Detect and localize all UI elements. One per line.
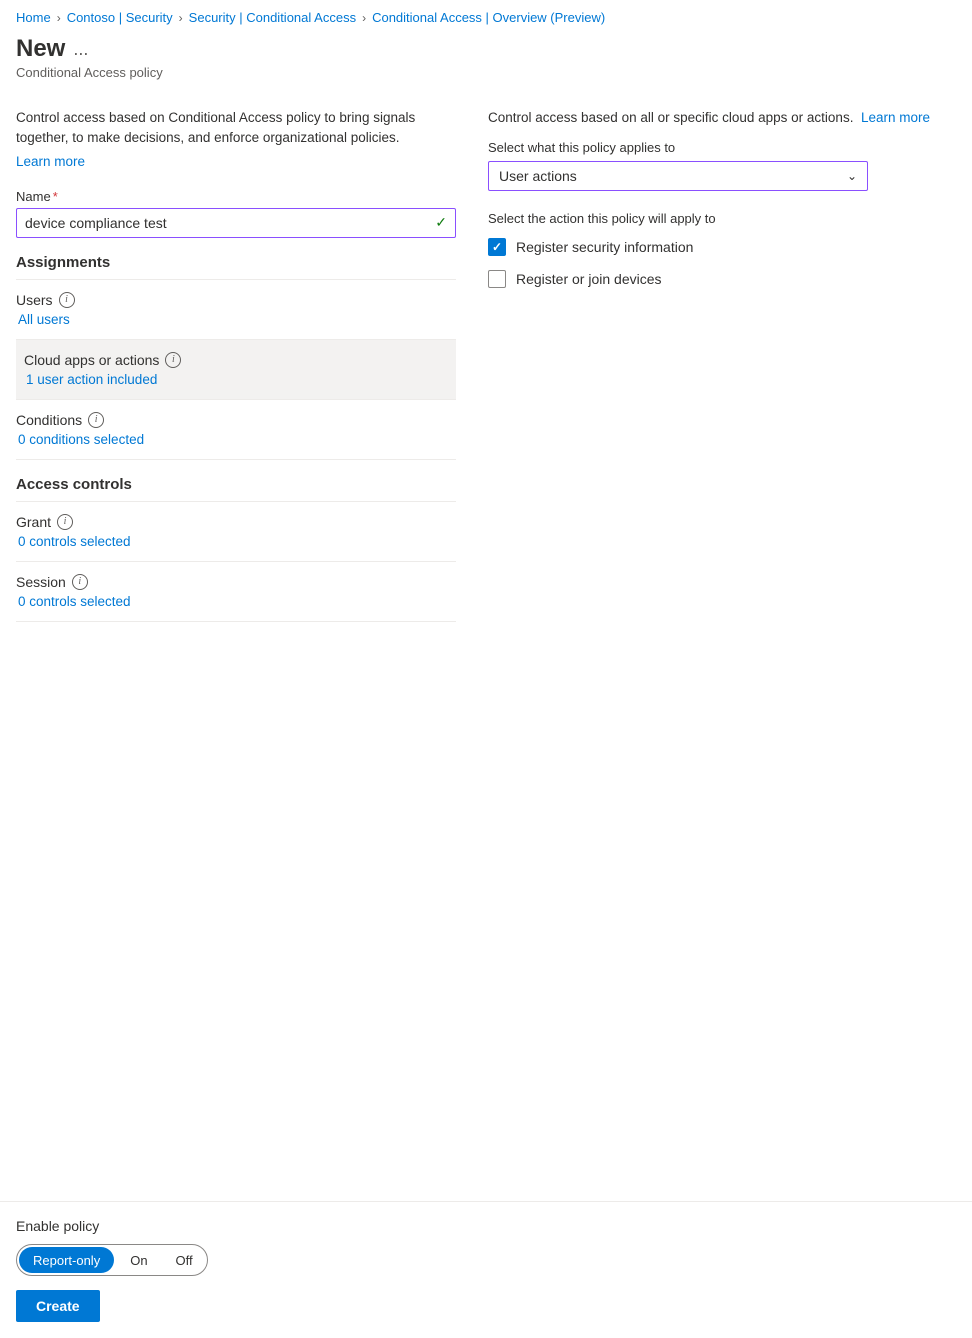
conditions-row: Conditions i 0 conditions selected xyxy=(16,400,456,460)
policy-applies-dropdown[interactable]: User actions ⌄ xyxy=(488,161,868,191)
cloud-apps-info-icon[interactable]: i xyxy=(165,352,181,368)
page-header: New ... Conditional Access policy xyxy=(0,31,972,92)
register-security-label: Register security information xyxy=(516,239,693,255)
access-controls-header: Access controls xyxy=(16,460,456,502)
toggle-report-only[interactable]: Report-only xyxy=(19,1247,114,1273)
toggle-group: Report-only On Off xyxy=(16,1244,956,1276)
cloud-apps-label: Cloud apps or actions xyxy=(24,352,159,368)
session-info-icon[interactable]: i xyxy=(72,574,88,590)
register-security-checkbox[interactable]: ✓ xyxy=(488,238,506,256)
cloud-apps-value[interactable]: 1 user action included xyxy=(24,372,448,387)
breadcrumb-sep-1: › xyxy=(57,11,61,25)
breadcrumb-ca-overview[interactable]: Conditional Access | Overview (Preview) xyxy=(372,10,605,25)
checkbox-row-register-devices: Register or join devices xyxy=(488,270,956,288)
breadcrumb-sep-2: › xyxy=(179,11,183,25)
page-title-ellipsis: ... xyxy=(73,39,88,60)
main-content: Control access based on Conditional Acce… xyxy=(0,92,972,622)
chevron-down-icon: ⌄ xyxy=(847,169,857,183)
breadcrumb-contoso-security[interactable]: Contoso | Security xyxy=(67,10,173,25)
grant-label: Grant xyxy=(16,514,51,530)
conditions-value[interactable]: 0 conditions selected xyxy=(16,432,456,447)
session-row: Session i 0 controls selected xyxy=(16,562,456,622)
grant-row: Grant i 0 controls selected xyxy=(16,502,456,562)
breadcrumb-home[interactable]: Home xyxy=(16,10,51,25)
breadcrumb-sep-3: › xyxy=(362,11,366,25)
left-learn-more[interactable]: Learn more xyxy=(16,154,85,169)
grant-value[interactable]: 0 controls selected xyxy=(16,534,456,549)
session-label: Session xyxy=(16,574,66,590)
create-button[interactable]: Create xyxy=(16,1290,100,1322)
right-description: Control access based on all or specific … xyxy=(488,108,956,128)
page-title-text: New xyxy=(16,35,65,63)
toggle-off[interactable]: Off xyxy=(162,1245,207,1275)
register-devices-label: Register or join devices xyxy=(516,271,662,287)
right-panel: Control access based on all or specific … xyxy=(488,108,956,302)
toggle-on[interactable]: On xyxy=(116,1245,161,1275)
users-value[interactable]: All users xyxy=(16,312,456,327)
select-label: Select what this policy applies to xyxy=(488,140,956,155)
breadcrumb: Home › Contoso | Security › Security | C… xyxy=(0,0,972,31)
left-description: Control access based on Conditional Acce… xyxy=(16,108,456,149)
users-label: Users xyxy=(16,292,53,308)
name-section: Name* ✓ xyxy=(16,189,456,238)
toggle-pill: Report-only On Off xyxy=(16,1244,208,1276)
grant-info-icon[interactable]: i xyxy=(57,514,73,530)
conditions-label: Conditions xyxy=(16,412,82,428)
cloud-apps-row[interactable]: Cloud apps or actions i 1 user action in… xyxy=(16,340,456,400)
left-panel: Control access based on Conditional Acce… xyxy=(16,108,456,622)
page-subtitle: Conditional Access policy xyxy=(16,65,956,80)
dropdown-value: User actions xyxy=(499,168,577,184)
name-input[interactable] xyxy=(17,209,455,237)
name-input-wrapper: ✓ xyxy=(16,208,456,238)
assignments-header: Assignments xyxy=(16,238,456,280)
enable-policy-label: Enable policy xyxy=(16,1218,956,1234)
users-info-icon[interactable]: i xyxy=(59,292,75,308)
breadcrumb-security-ca[interactable]: Security | Conditional Access xyxy=(189,10,356,25)
conditions-info-icon[interactable]: i xyxy=(88,412,104,428)
action-label: Select the action this policy will apply… xyxy=(488,211,956,226)
name-label: Name* xyxy=(16,189,456,204)
register-devices-checkbox[interactable] xyxy=(488,270,506,288)
bottom-bar: Enable policy Report-only On Off Create xyxy=(0,1201,972,1338)
right-learn-more[interactable]: Learn more xyxy=(861,110,930,125)
users-row: Users i All users xyxy=(16,280,456,340)
required-star: * xyxy=(53,189,58,204)
checkbox-row-register-security: ✓ Register security information xyxy=(488,238,956,256)
session-value[interactable]: 0 controls selected xyxy=(16,594,456,609)
check-icon: ✓ xyxy=(435,214,447,231)
checkmark-icon: ✓ xyxy=(492,240,502,254)
